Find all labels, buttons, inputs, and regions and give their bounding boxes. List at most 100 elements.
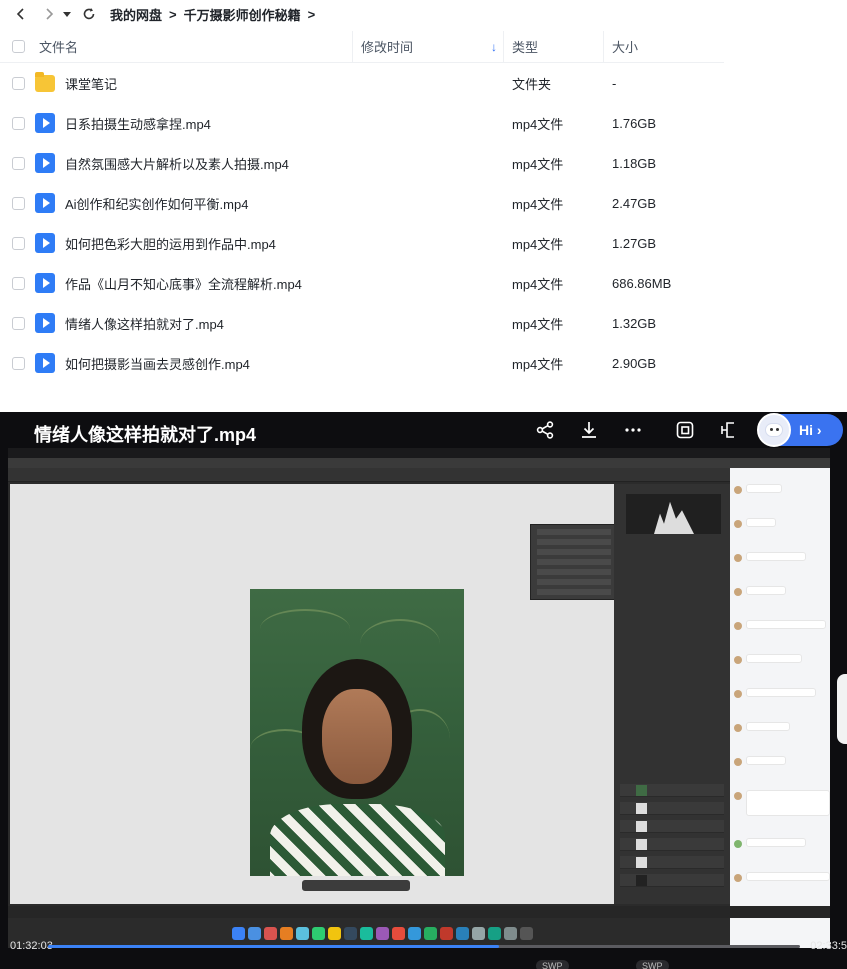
ai-assistant-label: Hi › bbox=[799, 422, 822, 438]
file-size: 2.47GB bbox=[612, 195, 657, 211]
video-player[interactable]: 情绪人像这样拍就对了.mp4 Hi › 01:32:03 02:33:5 SWP… bbox=[0, 412, 847, 969]
video-file-icon bbox=[35, 313, 55, 333]
pip-button[interactable] bbox=[707, 412, 751, 448]
table-row[interactable]: 作品《山月不知心底事》全流程解析.mp4 mp4文件 686.86MB bbox=[0, 263, 724, 303]
table-row[interactable]: 日系拍摄生动感拿捏.mp4 mp4文件 1.76GB bbox=[0, 103, 724, 143]
table-header: 文件名 修改时间 ↓ 类型 大小 bbox=[0, 31, 724, 63]
video-file-icon bbox=[35, 193, 55, 213]
file-time bbox=[352, 63, 503, 103]
row-checkbox[interactable] bbox=[12, 356, 25, 370]
frame-statusbar bbox=[8, 906, 830, 918]
download-icon bbox=[582, 422, 596, 438]
frame-titlebar bbox=[8, 458, 830, 468]
file-type: mp4文件 bbox=[512, 236, 564, 252]
file-name[interactable]: 情绪人像这样拍就对了.mp4 bbox=[65, 314, 224, 333]
progress-fill bbox=[48, 945, 500, 948]
file-time bbox=[352, 303, 503, 343]
ai-assistant-button[interactable]: Hi › bbox=[757, 413, 843, 447]
table-row[interactable]: 自然氛围感大片解析以及素人拍摄.mp4 mp4文件 1.18GB bbox=[0, 143, 724, 183]
share-icon bbox=[536, 421, 554, 439]
table-row[interactable]: 如何把色彩大胆的运用到作品中.mp4 mp4文件 1.27GB bbox=[0, 223, 724, 263]
screenshot-icon bbox=[676, 421, 694, 439]
frame-histogram bbox=[626, 494, 721, 534]
total-time: 02:33:5 bbox=[810, 940, 847, 952]
file-time bbox=[352, 103, 503, 143]
download-button[interactable] bbox=[567, 412, 611, 448]
file-type: mp4文件 bbox=[512, 116, 564, 132]
file-size: 1.18GB bbox=[612, 155, 657, 171]
video-file-icon bbox=[35, 233, 55, 253]
frame-context-bar bbox=[302, 880, 410, 891]
header-name[interactable]: 文件名 bbox=[0, 37, 352, 56]
table-row[interactable]: Ai创作和纪实创作如何平衡.mp4 mp4文件 2.47GB bbox=[0, 183, 724, 223]
row-checkbox[interactable] bbox=[12, 276, 25, 290]
row-checkbox[interactable] bbox=[12, 76, 25, 90]
breadcrumb-bar: 我的网盘 > 千万摄影师创作秘籍 > bbox=[0, 0, 847, 28]
file-time bbox=[352, 343, 503, 383]
file-name[interactable]: 作品《山月不知心底事》全流程解析.mp4 bbox=[65, 274, 302, 293]
file-name[interactable]: 课堂笔记 bbox=[65, 74, 117, 93]
table-row[interactable]: 如何把摄影当画去灵感创作.mp4 mp4文件 2.90GB bbox=[0, 343, 724, 383]
file-name[interactable]: 如何把色彩大胆的运用到作品中.mp4 bbox=[65, 234, 276, 253]
file-size: 686.86MB bbox=[612, 275, 672, 291]
frame-toolbar bbox=[8, 468, 830, 482]
table-row[interactable]: 课堂笔记 文件夹 - bbox=[0, 63, 724, 103]
progress-bar[interactable] bbox=[48, 945, 800, 948]
row-checkbox[interactable] bbox=[12, 156, 25, 170]
screenshot-button[interactable] bbox=[663, 412, 707, 448]
row-checkbox[interactable] bbox=[12, 196, 25, 210]
video-frame bbox=[8, 448, 830, 948]
file-name[interactable]: 如何把摄影当画去灵感创作.mp4 bbox=[65, 354, 250, 373]
file-name[interactable]: 自然氛围感大片解析以及素人拍摄.mp4 bbox=[65, 154, 289, 173]
file-name[interactable]: Ai创作和纪实创作如何平衡.mp4 bbox=[65, 194, 248, 213]
breadcrumb-trailing-separator[interactable]: > bbox=[308, 7, 316, 22]
history-dropdown-button[interactable] bbox=[60, 3, 74, 25]
caret-down-icon bbox=[63, 12, 71, 17]
header-size[interactable]: 大小 bbox=[603, 31, 689, 62]
file-time bbox=[352, 143, 503, 183]
chevron-right-icon bbox=[46, 8, 54, 20]
refresh-button[interactable] bbox=[78, 3, 100, 25]
header-size-label: 大小 bbox=[612, 40, 639, 55]
file-type: mp4文件 bbox=[512, 356, 564, 372]
swp-badge: SWP bbox=[536, 960, 569, 969]
header-time-label: 修改时间 bbox=[361, 40, 414, 55]
row-checkbox[interactable] bbox=[12, 236, 25, 250]
file-table: 文件名 修改时间 ↓ 类型 大小 课堂笔记 文件夹 - 日系拍摄生动感拿捏.mp… bbox=[0, 31, 724, 383]
breadcrumb-current[interactable]: 千万摄影师创作秘籍 bbox=[184, 5, 301, 24]
share-button[interactable] bbox=[523, 412, 567, 448]
folder-icon bbox=[35, 71, 55, 92]
header-type[interactable]: 类型 bbox=[503, 31, 603, 62]
forward-button[interactable] bbox=[38, 3, 60, 25]
row-checkbox[interactable] bbox=[12, 316, 25, 330]
file-type: mp4文件 bbox=[512, 196, 564, 212]
back-button[interactable] bbox=[10, 3, 32, 25]
more-button[interactable] bbox=[611, 412, 655, 448]
breadcrumb-separator: > bbox=[169, 6, 177, 22]
header-type-label: 类型 bbox=[512, 40, 539, 55]
side-panel-handle[interactable] bbox=[837, 674, 847, 744]
swp-badge: SWP bbox=[636, 960, 669, 969]
video-title: 情绪人像这样拍就对了.mp4 bbox=[34, 425, 257, 445]
file-size: 1.27GB bbox=[612, 235, 657, 251]
frame-history-panel bbox=[530, 524, 618, 600]
row-checkbox[interactable] bbox=[12, 116, 25, 130]
file-size: 1.32GB bbox=[612, 315, 657, 331]
portrait-photo bbox=[250, 589, 464, 876]
header-name-label: 文件名 bbox=[39, 40, 79, 55]
chevron-left-icon bbox=[16, 8, 24, 20]
header-time[interactable]: 修改时间 ↓ bbox=[352, 31, 503, 62]
picture-in-picture-icon bbox=[721, 422, 734, 438]
frame-chat-panel bbox=[730, 468, 830, 948]
file-size: 1.76GB bbox=[612, 115, 657, 131]
breadcrumb-root[interactable]: 我的网盘 bbox=[110, 5, 162, 24]
file-type: mp4文件 bbox=[512, 156, 564, 172]
sort-desc-icon[interactable]: ↓ bbox=[491, 40, 497, 54]
file-time bbox=[352, 263, 503, 303]
frame-dock bbox=[232, 922, 622, 944]
table-row[interactable]: 情绪人像这样拍就对了.mp4 mp4文件 1.32GB bbox=[0, 303, 724, 343]
file-type: mp4文件 bbox=[512, 276, 564, 292]
select-all-checkbox[interactable] bbox=[12, 40, 25, 53]
file-name[interactable]: 日系拍摄生动感拿捏.mp4 bbox=[65, 114, 211, 133]
file-time bbox=[352, 183, 503, 223]
